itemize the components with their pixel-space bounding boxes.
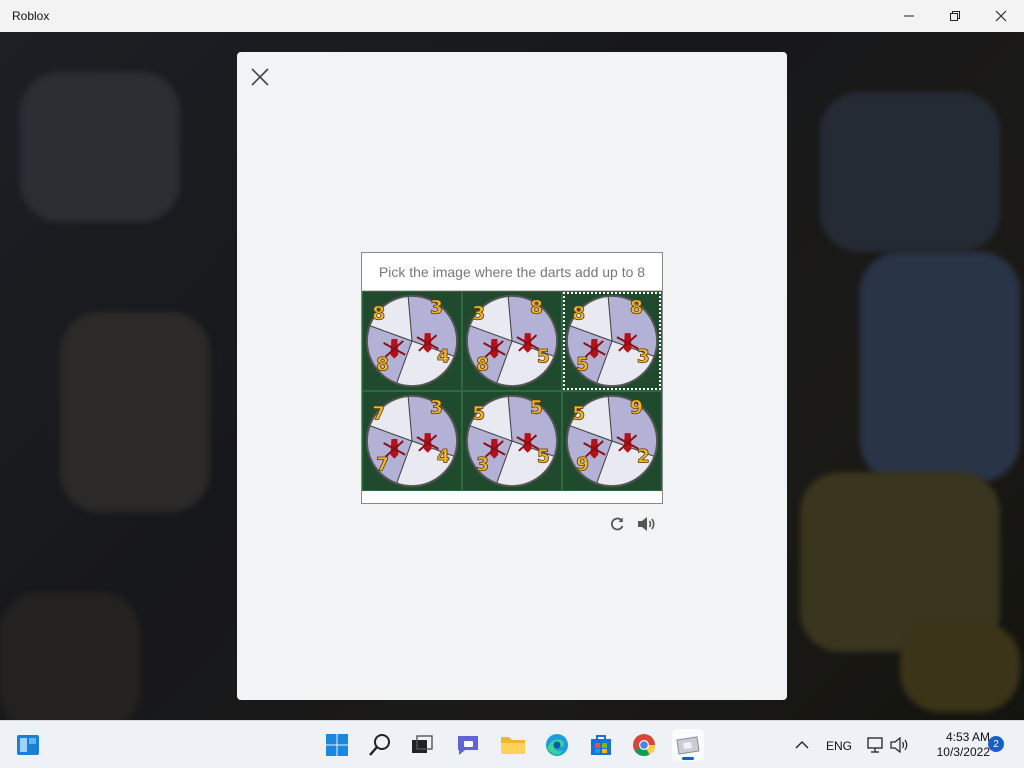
chevron-up-icon [795, 741, 809, 749]
window-titlebar: Roblox [0, 0, 1024, 32]
network-button[interactable] [864, 729, 886, 761]
volume-button[interactable] [888, 729, 912, 761]
chrome-button[interactable] [628, 729, 660, 761]
task-view-icon [412, 735, 433, 753]
widgets-button[interactable] [12, 729, 44, 761]
input-language[interactable]: ENG [826, 739, 852, 753]
teams-chat-button[interactable] [452, 729, 484, 761]
volume-icon [890, 737, 908, 753]
dart-score-number: 5 [572, 403, 585, 424]
dart-score-number: 5 [537, 347, 550, 368]
show-hidden-icons-button[interactable] [788, 729, 816, 761]
network-icon [867, 737, 883, 753]
chrome-icon [633, 734, 655, 756]
dart-score-number: 9 [576, 454, 589, 475]
dart-score-number: 7 [372, 403, 385, 424]
dart-score-number: 8 [476, 354, 489, 375]
clock-time: 4:53 AM [945, 730, 990, 744]
close-icon [251, 68, 269, 86]
dartboard-image: 7 3 4 7 [365, 394, 459, 488]
audio-icon [638, 517, 655, 531]
dart-score-number: 5 [472, 403, 485, 424]
notification-badge[interactable]: 2 [988, 736, 1004, 752]
captcha-option-3[interactable]: 8 8 3 5 [562, 291, 662, 391]
captcha-option-1[interactable]: 8 3 4 8 [362, 291, 462, 391]
dart-score-number: 3 [430, 298, 443, 319]
dart-score-number: 3 [472, 303, 485, 324]
microsoft-store-icon [591, 735, 611, 755]
system-clock[interactable]: 4:53 AM 10/3/2022 [914, 730, 990, 760]
windows-start-icon [326, 734, 348, 756]
dart-score-number: 8 [372, 303, 385, 324]
dartboard-image: 5 9 2 9 [565, 394, 659, 488]
dart-score-number: 5 [537, 447, 550, 468]
edge-button[interactable] [541, 729, 573, 761]
captcha-option-6[interactable]: 5 9 2 9 [562, 391, 662, 491]
dart-score-number: 5 [576, 354, 589, 375]
roblox-taskbar-button[interactable] [672, 729, 704, 761]
audio-button[interactable] [637, 514, 657, 534]
close-window-button[interactable] [978, 0, 1024, 32]
dartboard-image: 8 3 4 8 [365, 294, 459, 388]
dart-score-number: 8 [630, 298, 643, 319]
dart-score-number: 9 [630, 398, 643, 419]
minimize-button[interactable] [886, 0, 932, 32]
dart-score-number: 3 [637, 347, 650, 368]
dart-score-number: 7 [376, 454, 389, 475]
captcha-prompt: Pick the image where the darts add up to… [362, 253, 662, 291]
start-button[interactable] [321, 729, 353, 761]
dart-score-number: 4 [437, 447, 450, 468]
restore-button[interactable] [932, 0, 978, 32]
modal-close-button[interactable] [249, 66, 271, 88]
clock-date: 10/3/2022 [936, 745, 990, 759]
file-explorer-button[interactable] [497, 729, 529, 761]
roblox-icon [676, 736, 700, 755]
captcha-option-2[interactable]: 3 8 5 8 [462, 291, 562, 391]
refresh-icon [611, 517, 624, 531]
window-title: Roblox [12, 9, 50, 23]
dartboard-image: 5 5 5 3 [465, 394, 559, 488]
file-explorer-icon [501, 737, 525, 754]
dart-score-number: 8 [376, 354, 389, 375]
captcha-challenge: Pick the image where the darts add up to… [361, 252, 663, 504]
dart-score-number: 8 [572, 303, 585, 324]
dart-score-number: 3 [476, 454, 489, 475]
close-icon [995, 10, 1007, 22]
refresh-button[interactable] [607, 514, 627, 534]
task-view-button[interactable] [406, 729, 438, 761]
active-app-indicator [682, 757, 694, 760]
captcha-image-grid: 8 3 4 8 3 8 5 8 8 8 3 5 7 3 4 7 5 5 5 3 5 9 2 9 [362, 291, 662, 491]
captcha-option-4[interactable]: 7 3 4 7 [362, 391, 462, 491]
dartboard-image: 8 8 3 5 [565, 294, 659, 388]
teams-chat-icon [458, 736, 478, 755]
dart-score-number: 4 [437, 347, 450, 368]
dart-score-number: 5 [530, 398, 543, 419]
search-button[interactable] [364, 729, 396, 761]
restore-icon [950, 11, 960, 21]
dartboard-image: 3 8 5 8 [465, 294, 559, 388]
dart-score-number: 2 [637, 447, 650, 468]
search-icon [369, 734, 390, 756]
minimize-icon [904, 15, 914, 17]
taskbar: ENG 4:53 AM 10/3/2022 [0, 720, 1024, 768]
dart-score-number: 8 [530, 298, 543, 319]
dart-score-number: 3 [430, 398, 443, 419]
edge-icon [546, 734, 568, 756]
captcha-option-5[interactable]: 5 5 5 3 [462, 391, 562, 491]
captcha-modal: Pick the image where the darts add up to… [237, 52, 787, 700]
widgets-icon [17, 735, 39, 755]
microsoft-store-button[interactable] [585, 729, 617, 761]
